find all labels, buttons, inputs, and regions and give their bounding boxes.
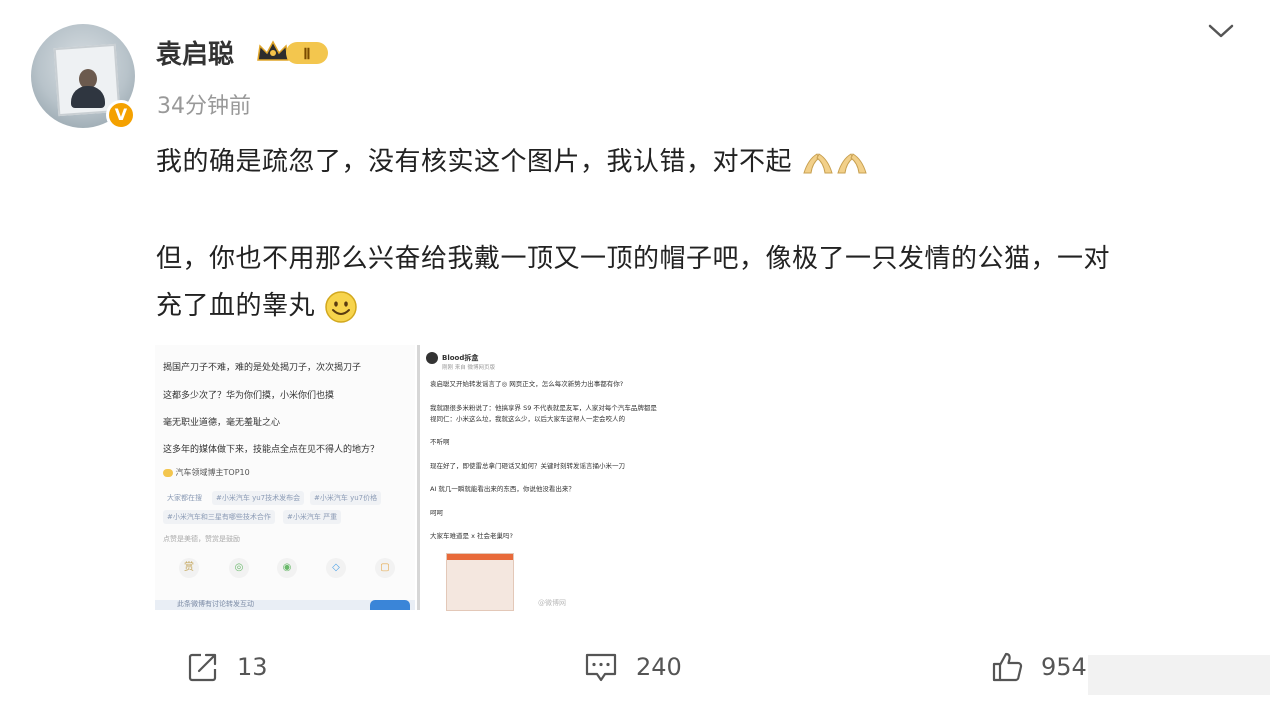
- like-count: 954: [1041, 653, 1087, 681]
- avatar-body: [71, 86, 105, 108]
- post-text-line: 我的确是疏忽了，没有核实这个图片，我认错，对不起: [156, 147, 793, 177]
- username[interactable]: 袁启聪: [156, 34, 234, 71]
- embedded-tag: #小米汽车 yu7价格: [310, 491, 382, 505]
- embedded-screenshot-image[interactable]: 揭国产刀子不难，难的是处处揭刀子，次次揭刀子 这都多少次了？华为你们摸，小米你们…: [155, 345, 657, 611]
- embedded-text-line: 这多年的媒体做下来，技能点全点在见不得人的地方？: [163, 445, 380, 455]
- embedded-left-panel: 揭国产刀子不难，难的是处处揭刀子，次次揭刀子 这都多少次了？华为你们摸，小米你们…: [155, 345, 415, 610]
- embedded-text-line: 呵呵: [430, 509, 443, 517]
- post-paragraph-2: 但，你也不用那么兴奋给我戴一顶又一顶的帽子吧，像极了一只发情的公猫，一对: [156, 244, 1111, 274]
- badge-level: Ⅱ: [303, 47, 310, 63]
- embedded-footer-text: 点赞是美德，赞赏是鼓励: [163, 535, 240, 543]
- embedded-text-line: 现在好了，即使雷总拿门砸话又如何？关键时刻转发谣言捅小米一刀: [430, 462, 625, 470]
- embedded-username: Blood拆盒: [442, 354, 479, 362]
- embedded-meta: 刚刚 来自 微博网页版: [442, 365, 495, 371]
- wechat-icon: ◎: [229, 558, 249, 578]
- crown-icon: [257, 40, 289, 61]
- comment-count: 240: [636, 653, 682, 681]
- smile-emoji-icon: [325, 290, 357, 323]
- member-badge[interactable]: Ⅱ: [256, 38, 330, 68]
- embedded-text-line: 揭国产刀子不难，难的是处处揭刀子，次次揭刀子: [163, 363, 362, 373]
- embedded-document-thumbnail: [446, 553, 514, 611]
- pray-hands-icon: [837, 152, 867, 173]
- repost-button[interactable]: 13: [187, 650, 268, 684]
- document-header-bar: [447, 554, 513, 560]
- post-paragraph-1: 我的确是疏忽了，没有核实这个图片，我认错，对不起: [156, 141, 869, 178]
- embedded-text-line: 这都多少次了？华为你们摸，小米你们也摸: [163, 391, 335, 401]
- embedded-text-line: AI 就几一瞬就能看出来的东西，你说他没看出来？: [430, 485, 575, 493]
- embedded-text-line: 大家车难道是 x 社会老巢吗?: [430, 532, 513, 540]
- embedded-text-line: 毫无职业道德，毫无羞耻之心: [163, 418, 281, 428]
- embedded-tag: #小米汽车和三星有哪些技术合作: [163, 510, 275, 524]
- embedded-avatar: [426, 352, 438, 364]
- embedded-text-line: 不听啊: [430, 438, 450, 446]
- embedded-bottom-button: [370, 600, 410, 610]
- chevron-down-icon[interactable]: [1206, 20, 1236, 42]
- embedded-bottom-bar: 此条微博有讨论转发互动: [155, 600, 415, 610]
- embedded-badge-line: 汽车领域博主TOP10: [163, 467, 250, 478]
- blurred-overlay: [1088, 655, 1270, 695]
- copy-link-icon: ▢: [375, 558, 395, 578]
- embedded-text-line: 视同仁：小米这么垃，我就这么少，以后大家车这帮人一定会咬人的: [430, 415, 625, 423]
- qq-icon: ◇: [326, 558, 346, 578]
- embedded-tag: #小米汽车 yu7技术发布会: [212, 491, 305, 505]
- pray-hands-icon: [803, 152, 833, 173]
- verified-v-icon: V: [106, 100, 136, 130]
- embedded-text-line: 我就跟很多米粉说了：他搞享界 S9 不代表就是友军，人家对每个汽车品牌都是: [430, 404, 657, 412]
- post-paragraph-3: 充了血的睾丸: [156, 285, 358, 324]
- moments-icon: ◉: [277, 558, 297, 578]
- embedded-right-panel: Blood拆盒 刚刚 来自 微博网页版 袁启聪又开始转发谣言了◎ 网页正文，怎么…: [417, 345, 657, 611]
- reward-icon: 赏: [179, 558, 199, 578]
- repost-icon: [188, 653, 217, 682]
- comment-button[interactable]: 240: [584, 650, 682, 684]
- embedded-text-line: 袁启聪又开始转发谣言了◎ 网页正文，怎么每次新势力出事都有你?: [430, 380, 624, 388]
- post-time[interactable]: 34分钟前: [157, 88, 251, 120]
- embedded-tag: #小米汽车 严重: [283, 510, 342, 524]
- thumbs-up-icon: [992, 652, 1023, 682]
- embedded-bottom-text: 此条微博有讨论转发互动: [177, 600, 254, 608]
- like-button[interactable]: 954: [991, 650, 1087, 684]
- embedded-badge-text: 汽车领域博主TOP10: [175, 468, 250, 477]
- embedded-badge-icon: [163, 468, 173, 477]
- embedded-watermark: @微博网: [538, 599, 566, 607]
- embedded-tag: 大家都在搜: [167, 494, 202, 502]
- comment-icon: [585, 653, 617, 682]
- repost-count: 13: [237, 653, 268, 681]
- post-text-line: 充了血的睾丸: [156, 291, 316, 321]
